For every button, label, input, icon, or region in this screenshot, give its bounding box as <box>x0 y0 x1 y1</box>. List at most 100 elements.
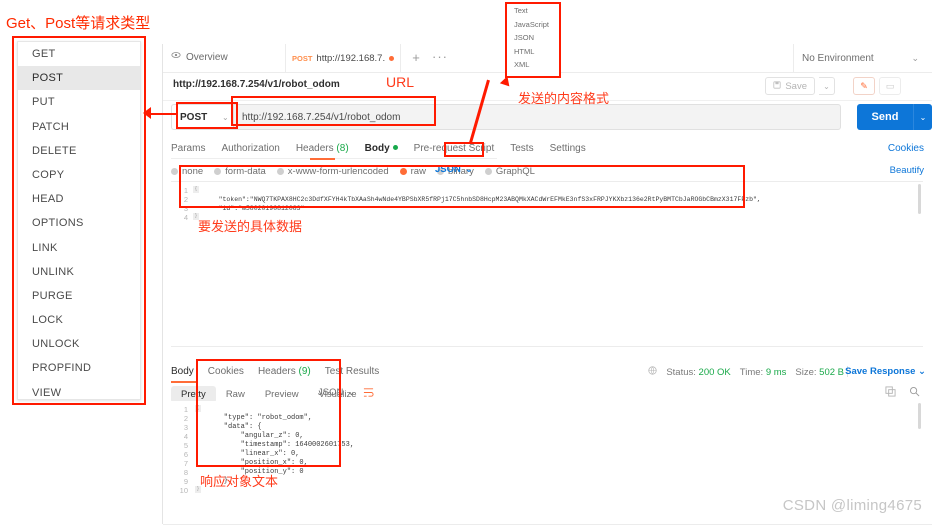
tab-active-indicator <box>310 157 335 160</box>
tab-overview[interactable]: Overview <box>171 44 228 72</box>
environment-selector[interactable]: No Environment ⌄ <box>793 44 927 72</box>
line-number: 3 <box>183 423 188 432</box>
method-option-post[interactable]: POST <box>18 66 140 91</box>
http-method-list[interactable]: GET POST PUT PATCH DELETE COPY HEAD OPTI… <box>12 36 146 405</box>
tab-request-active[interactable]: POST http://192.168.7.2... <box>285 44 401 72</box>
method-option-copy[interactable]: COPY <box>18 163 140 187</box>
line-number: 3 <box>183 204 188 213</box>
body-type-graphql[interactable]: GraphQL <box>484 166 535 177</box>
format-option-html[interactable]: HTML <box>507 45 559 59</box>
new-tab-button[interactable]: + <box>408 49 424 67</box>
tab-params[interactable]: Params <box>171 143 205 154</box>
save-button[interactable]: Save <box>765 77 815 95</box>
format-option-json[interactable]: JSON <box>507 31 559 45</box>
format-option-xml[interactable]: XML <box>507 58 559 72</box>
beautify-link[interactable]: Beautify <box>890 165 924 176</box>
method-option-propfind[interactable]: PROPFIND <box>18 356 140 380</box>
request-body-editor[interactable]: 1 2 3 4 { } "token":"NWQ7TKPAX8HC2c3DdfX… <box>171 181 923 347</box>
size-value: 502 B <box>819 366 844 378</box>
method-option-unlock[interactable]: UNLOCK <box>18 332 140 356</box>
request-editor-scrollbar[interactable] <box>918 184 921 214</box>
response-format-dropdown[interactable]: JSON ⌄ <box>318 387 355 398</box>
line-number: 5 <box>183 441 188 450</box>
request-line-numbers: 1 2 3 4 <box>171 182 191 346</box>
cookies-link[interactable]: Cookies <box>888 143 924 154</box>
response-tab-cookies[interactable]: Cookies <box>208 366 244 377</box>
method-option-lock[interactable]: LOCK <box>18 308 140 332</box>
method-option-get[interactable]: GET <box>18 42 140 66</box>
tab-body[interactable]: Body <box>365 143 398 154</box>
method-option-view[interactable]: VIEW <box>18 381 140 399</box>
method-option-purge[interactable]: PURGE <box>18 284 140 308</box>
size-label: Size: <box>795 366 817 378</box>
body-format-value: JSON <box>435 164 461 175</box>
response-body-line-7: "position_x": 0, <box>207 459 308 467</box>
tab-more-button[interactable]: ··· <box>431 49 449 67</box>
annotation-arrow-head <box>143 107 151 119</box>
method-option-delete[interactable]: DELETE <box>18 139 140 163</box>
body-type-raw[interactable]: raw <box>399 166 426 177</box>
method-option-options[interactable]: OPTIONS <box>18 211 140 235</box>
body-type-urlencoded[interactable]: x-www-form-urlencoded <box>276 166 389 177</box>
body-type-raw-label: raw <box>410 166 426 177</box>
size-group: Size: 502 B <box>795 367 844 378</box>
method-option-put[interactable]: PUT <box>18 90 140 114</box>
body-type-radios[interactable]: none form-data x-www-form-urlencoded raw… <box>171 166 535 177</box>
method-option-head[interactable]: HEAD <box>18 187 140 211</box>
tab-tests[interactable]: Tests <box>510 143 533 154</box>
response-tab-headers[interactable]: Headers (9) <box>258 366 311 377</box>
content-format-dropdown-menu[interactable]: Text JavaScript JSON HTML XML <box>505 2 561 78</box>
radio-icon <box>484 168 492 175</box>
method-value: POST <box>180 111 208 123</box>
body-type-form-data[interactable]: form-data <box>214 166 266 177</box>
response-tabs[interactable]: Body Cookies Headers (9) Test Results <box>171 366 379 377</box>
send-button[interactable]: Send <box>857 104 913 130</box>
fold-icon[interactable]: { <box>195 405 201 412</box>
method-option-patch[interactable]: PATCH <box>18 115 140 139</box>
search-icon[interactable] <box>909 386 920 400</box>
format-option-javascript[interactable]: JavaScript <box>507 18 559 32</box>
comment-icon[interactable]: ▭ <box>879 77 901 95</box>
request-body-line-2: "token":"NWQ7TKPAX8HC2c3DdfXFYH4kTbXAaSh… <box>203 196 761 203</box>
tab-request-name: http://192.168.7.2... <box>316 52 385 64</box>
format-option-text[interactable]: Text <box>507 4 559 18</box>
save-dropdown-button[interactable]: ⌄ <box>819 77 835 95</box>
word-wrap-icon[interactable] <box>363 387 374 401</box>
radio-icon <box>276 168 284 175</box>
body-type-none[interactable]: none <box>171 166 203 177</box>
response-body-line-4: "angular_z": 0, <box>207 432 304 440</box>
save-response-button[interactable]: Save Response ⌄ <box>845 366 926 377</box>
tab-headers[interactable]: Headers (8) <box>296 143 349 154</box>
fold-icon[interactable]: { <box>193 186 199 193</box>
radio-selected-icon <box>399 168 407 175</box>
copy-icon[interactable] <box>885 386 896 400</box>
response-editor-scrollbar[interactable] <box>918 403 921 429</box>
status-label: Status: <box>666 366 696 378</box>
response-status: Status: 200 OK Time: 9 ms Size: 502 B <box>648 366 844 378</box>
body-format-dropdown[interactable]: JSON ⌄ <box>435 164 473 175</box>
line-number: 1 <box>183 186 188 195</box>
method-option-unlink[interactable]: UNLINK <box>18 260 140 284</box>
postman-window: Overview POST http://192.168.7.2... + ··… <box>162 44 932 525</box>
send-dropdown-button[interactable]: ⌄ <box>913 104 932 130</box>
chevron-down-icon[interactable]: ⌄ <box>222 113 229 122</box>
body-type-urlencoded-label: x-www-form-urlencoded <box>287 166 389 177</box>
tab-settings[interactable]: Settings <box>550 143 586 154</box>
response-tab-body[interactable]: Body <box>171 366 194 377</box>
tab-authorization[interactable]: Authorization <box>221 143 279 154</box>
save-response-label: Save Response <box>845 366 916 377</box>
method-option-link[interactable]: LINK <box>18 236 140 260</box>
response-tab-test-results[interactable]: Test Results <box>325 366 379 377</box>
tab-pre-request-script[interactable]: Pre-request Script <box>414 143 495 154</box>
line-number: 2 <box>183 195 188 204</box>
request-tabs[interactable]: Params Authorization Headers (8) Body Pr… <box>171 143 586 154</box>
http-method-list-inner[interactable]: GET POST PUT PATCH DELETE COPY HEAD OPTI… <box>17 41 141 400</box>
body-type-none-label: none <box>182 166 204 177</box>
line-number: 10 <box>179 486 188 495</box>
unsaved-dot-icon <box>389 55 394 61</box>
url-input[interactable]: http://192.168.7.254/v1/robot_odom <box>233 104 841 130</box>
line-number: 8 <box>183 468 188 477</box>
body-type-graphql-label: GraphQL <box>495 166 535 177</box>
edit-icon[interactable]: ✎ <box>853 77 875 95</box>
response-format-value: JSON <box>318 387 344 398</box>
